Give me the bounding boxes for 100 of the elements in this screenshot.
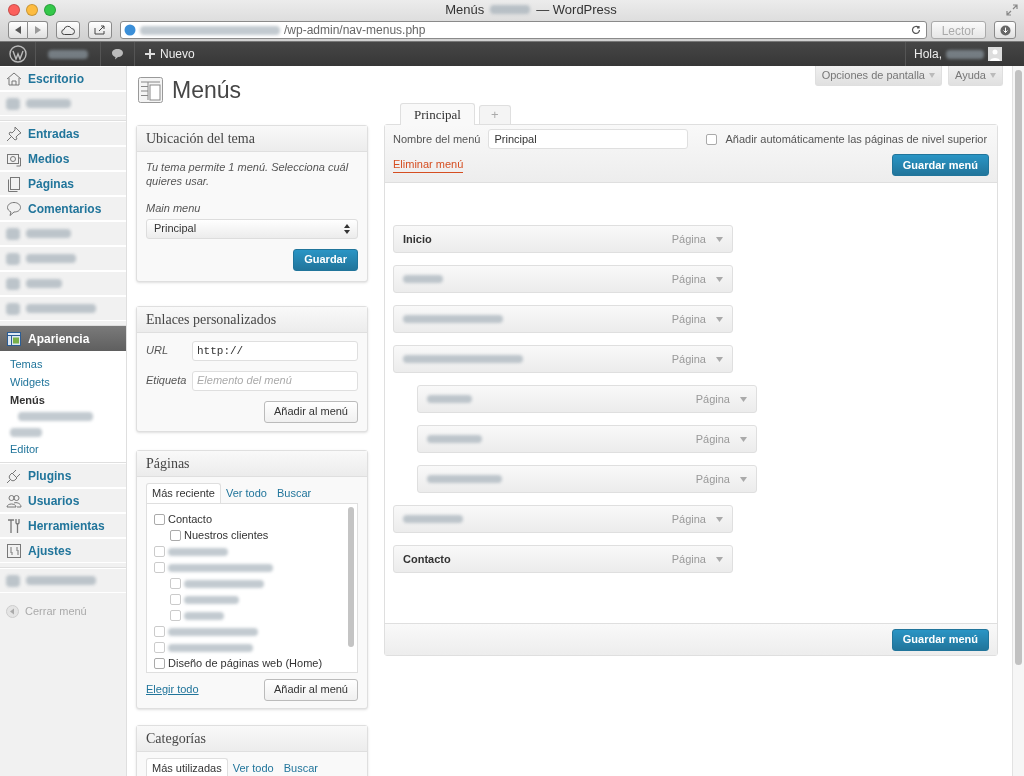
caret-icon[interactable]	[740, 476, 747, 482]
menu-item[interactable]: Contacto Página	[393, 545, 733, 573]
window-button[interactable]	[26, 3, 38, 16]
window-title: Menús	[445, 0, 485, 19]
caret-icon[interactable]	[740, 436, 747, 442]
menu-item[interactable]: Página	[393, 265, 733, 293]
address-field[interactable]: /wp-admin/nav-menus.php	[120, 21, 927, 39]
menu-tab[interactable]: Principal	[400, 103, 475, 125]
tab[interactable]: Más utilizadas	[146, 757, 228, 776]
blurred-text	[403, 515, 463, 523]
caret-icon[interactable]	[716, 276, 723, 282]
pin-icon	[6, 125, 22, 142]
screen-options-button[interactable]: Opciones de pantalla	[814, 66, 942, 86]
blurred-text	[6, 227, 20, 240]
comment-icon[interactable]	[111, 48, 124, 60]
checkbox[interactable]	[170, 594, 181, 605]
menu-item[interactable]: Página	[393, 505, 733, 533]
select-field[interactable]: Principal	[146, 218, 358, 239]
download-icon	[999, 24, 1011, 36]
tab[interactable]: Ver todo	[221, 483, 272, 503]
sidebar-item[interactable]: Entradas	[0, 121, 126, 146]
checkbox[interactable]	[170, 610, 181, 621]
sidebar-item[interactable]: Páginas	[0, 171, 126, 196]
sidebar-item[interactable]: Ajustes	[0, 538, 126, 563]
checkbox-label: Añadir automáticamente las páginas de nivel superior	[725, 131, 988, 147]
window-button[interactable]	[8, 3, 20, 16]
caret-icon[interactable]	[740, 396, 747, 402]
new-menu-link[interactable]: Nuevo	[135, 42, 205, 66]
caret-icon[interactable]	[716, 316, 723, 322]
icloud-button[interactable]	[56, 21, 80, 39]
caret-icon[interactable]	[716, 356, 723, 362]
save-button[interactable]: Guardar	[293, 248, 358, 271]
checkbox[interactable]	[170, 530, 181, 541]
add-to-menu-button[interactable]: Añadir al menú	[264, 678, 358, 701]
submenu-item[interactable]: Menús	[0, 391, 126, 409]
item-type-label: Página	[671, 231, 706, 247]
reload-icon[interactable]	[910, 25, 921, 35]
sidebar-item[interactable]: Usuarios	[0, 488, 126, 513]
plug-icon	[6, 467, 22, 484]
back-button[interactable]	[8, 21, 28, 39]
checkbox[interactable]	[706, 133, 718, 145]
save-menu-button[interactable]: Guardar menú	[891, 154, 989, 176]
share-button[interactable]	[88, 21, 112, 39]
window-button[interactable]	[44, 3, 56, 16]
menu-item[interactable]: Página	[393, 345, 733, 373]
checkbox-label: Nuestros clientes	[184, 528, 269, 544]
input-field[interactable]: http://	[192, 340, 358, 361]
menu-item[interactable]: Página	[417, 425, 757, 453]
menu-item[interactable]: Página	[417, 465, 757, 493]
sidebar-item[interactable]: Plugins	[0, 463, 126, 488]
caret-icon[interactable]	[716, 236, 723, 242]
blurred-text	[26, 304, 96, 313]
submenu-item[interactable]: Editor	[0, 440, 126, 458]
input-field[interactable]: Elemento del menú	[192, 370, 358, 391]
panel-title: Categorías	[137, 725, 367, 752]
save-menu-button[interactable]: Guardar menú	[891, 628, 989, 651]
tab[interactable]: Buscar	[271, 483, 317, 503]
checkbox[interactable]	[154, 658, 165, 669]
fullscreen-icon	[1006, 3, 1018, 16]
item-type-label: Página	[671, 511, 706, 527]
wordpress-logo-icon[interactable]	[8, 45, 27, 63]
sidebar-item[interactable]: Escritorio	[0, 66, 126, 91]
tab[interactable]: Buscar	[278, 758, 323, 776]
panel-title: Páginas	[137, 450, 367, 477]
menu-name-field[interactable]: Principal	[488, 129, 689, 149]
caret-icon[interactable]	[716, 556, 723, 562]
caret-icon[interactable]	[716, 516, 723, 522]
checkbox[interactable]	[154, 626, 165, 637]
tab[interactable]: Ver todo	[227, 758, 279, 776]
window-title: — WordPress	[536, 0, 617, 19]
menu-item[interactable]: Inicio Página	[393, 225, 733, 253]
scrollbar-thumb[interactable]	[1015, 70, 1022, 665]
menu-item-title: Contacto	[403, 551, 451, 567]
sidebar-item[interactable]: Comentarios	[0, 196, 126, 221]
delete-menu-link[interactable]: Eliminar menú	[393, 157, 464, 173]
blurred-text	[26, 279, 62, 288]
sidebar-item[interactable]: Herramientas	[0, 513, 126, 538]
checkbox[interactable]	[154, 546, 165, 557]
menu-item[interactable]: Página	[393, 305, 733, 333]
tab[interactable]: Más reciente	[146, 482, 221, 504]
blurred-text	[6, 97, 20, 110]
item-type-label: Página	[671, 271, 706, 287]
submenu-item[interactable]: Temas	[0, 355, 126, 373]
checkbox[interactable]	[170, 578, 181, 589]
sidebar-item[interactable]: Apariencia	[0, 326, 126, 351]
page-title: Menús	[172, 78, 242, 102]
blurred-text	[427, 435, 482, 443]
forward-button[interactable]	[28, 21, 48, 39]
sidebar-item[interactable]: Medios	[0, 146, 126, 171]
checkbox[interactable]	[154, 514, 165, 525]
select-all-link[interactable]: Elegir todo	[146, 681, 199, 698]
avatar-icon[interactable]	[988, 47, 1002, 61]
scrollbar-thumb[interactable]	[348, 506, 354, 647]
downloads-button[interactable]	[994, 21, 1016, 39]
add-to-menu-button[interactable]: Añadir al menú	[264, 400, 358, 423]
menu-item[interactable]: Página	[417, 385, 757, 413]
checkbox[interactable]	[154, 562, 165, 573]
checkbox[interactable]	[154, 642, 165, 653]
submenu-item[interactable]: Widgets	[0, 373, 126, 391]
screen-options-button[interactable]: Ayuda	[948, 66, 1003, 86]
